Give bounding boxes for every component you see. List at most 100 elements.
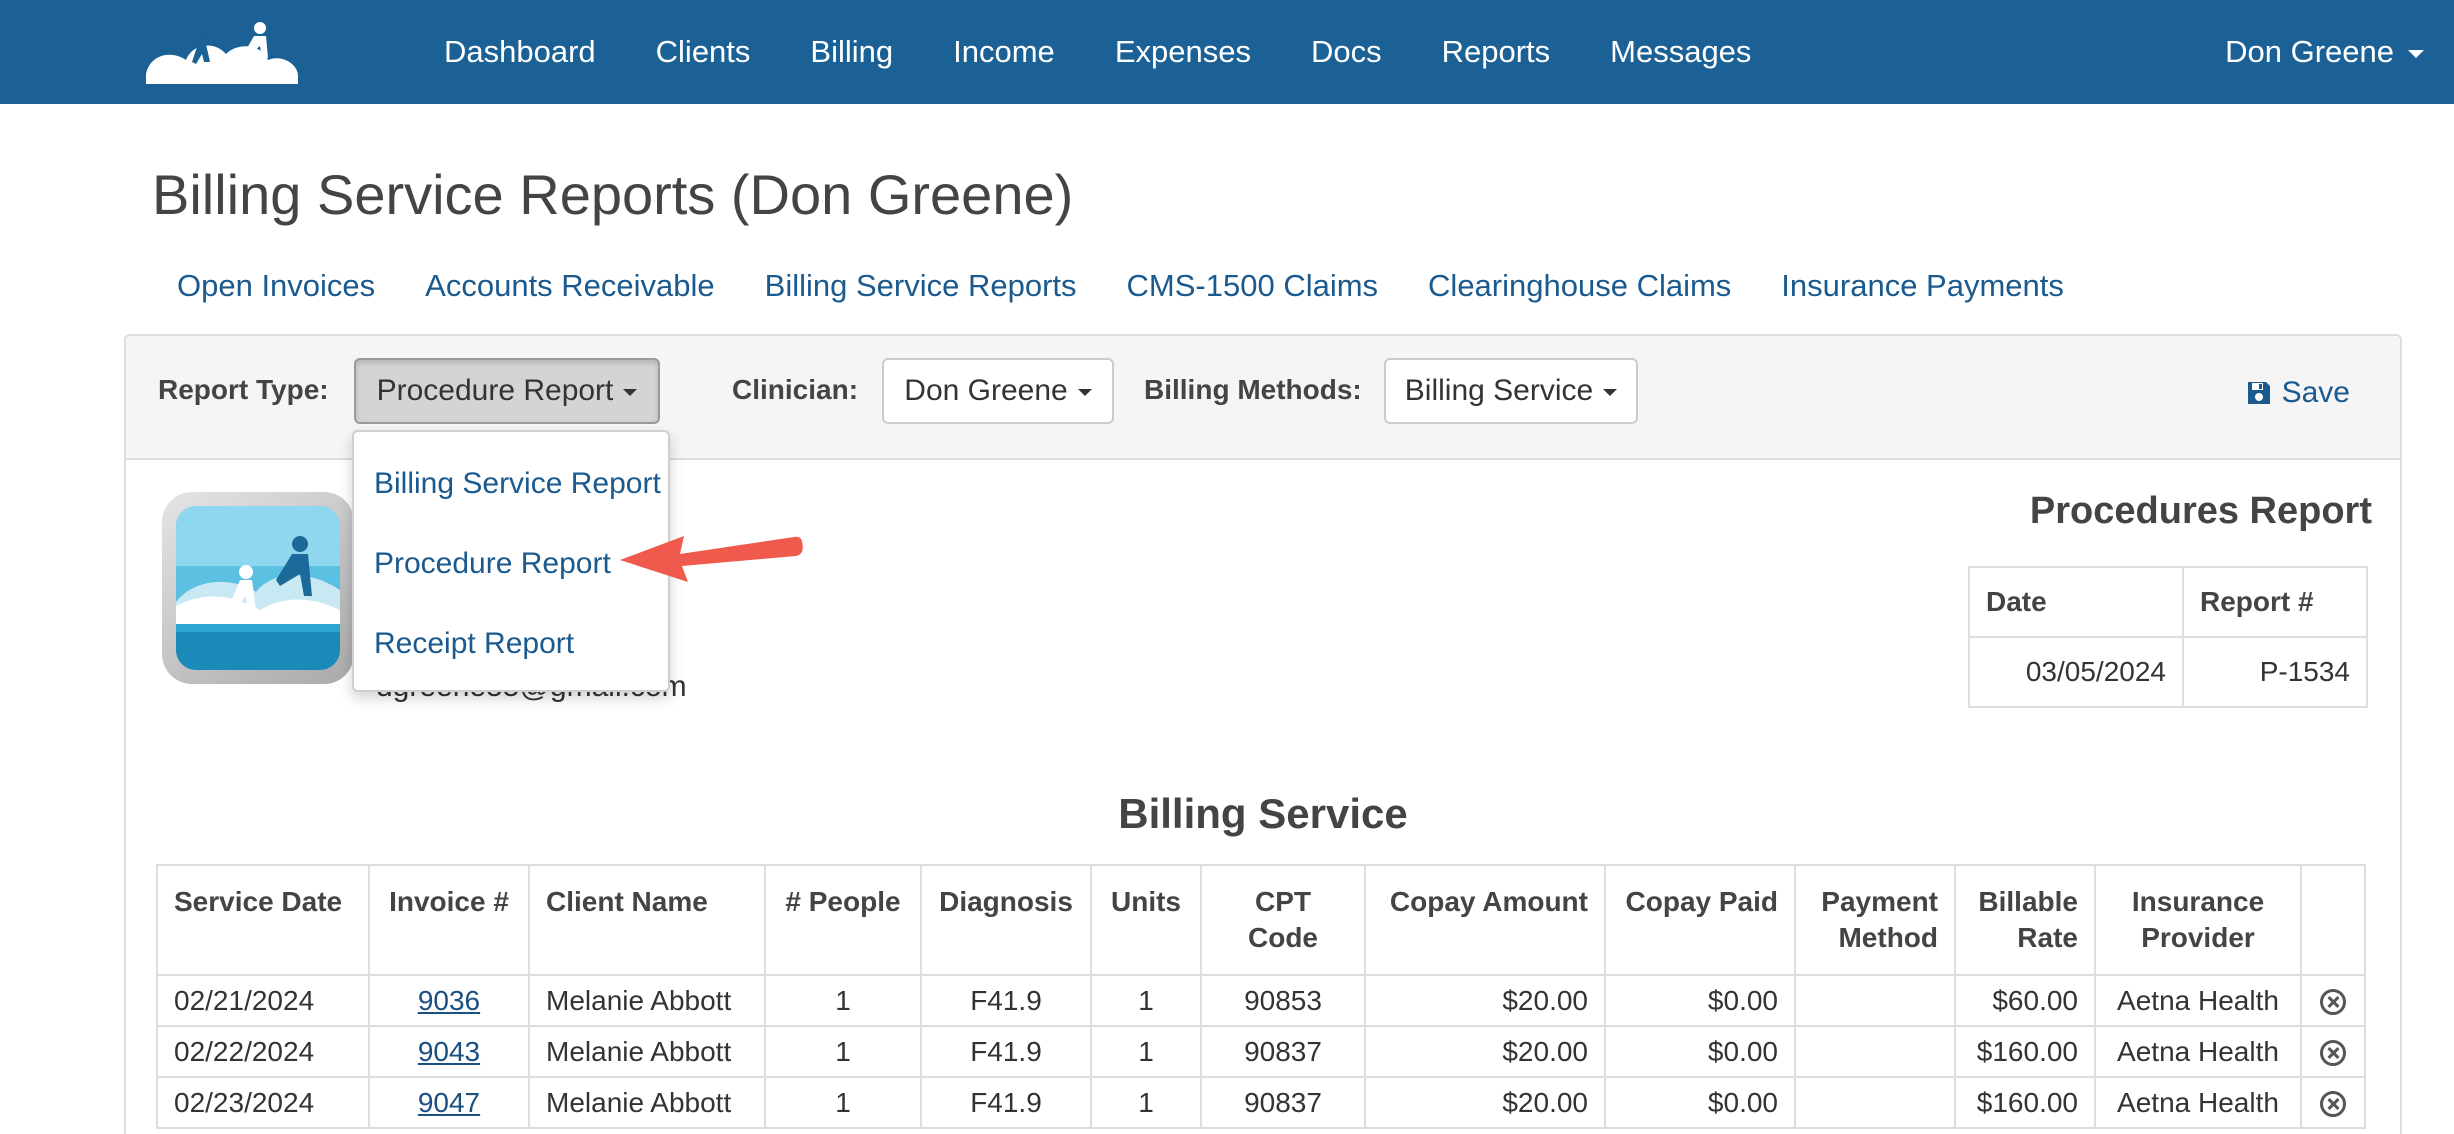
user-name: Don Greene	[2225, 34, 2394, 69]
report-type-label: Report Type:	[158, 374, 329, 405]
main-nav: Dashboard Clients Billing Income Expense…	[414, 0, 1781, 104]
col-cpt-code: CPT Code	[1200, 864, 1366, 976]
billing-subtabs: Open Invoices Accounts Receivable Billin…	[152, 268, 2089, 304]
tab-accounts-receivable[interactable]: Accounts Receivable	[400, 268, 740, 304]
billing-methods-value: Billing Service	[1404, 374, 1594, 407]
nav-reports[interactable]: Reports	[1412, 34, 1581, 70]
remove-row-icon[interactable]	[2320, 989, 2346, 1016]
user-menu[interactable]: Don Greene	[2225, 0, 2424, 104]
report-type-value: Procedure Report	[376, 374, 614, 407]
tab-insurance-payments[interactable]: Insurance Payments	[1756, 268, 2089, 304]
cell-cpt-code: 90853	[1200, 974, 1366, 1027]
tab-open-invoices[interactable]: Open Invoices	[152, 268, 400, 304]
report-date-header: Date	[1968, 566, 2184, 638]
col-actions	[2300, 864, 2366, 976]
cell-payment-method	[1794, 1076, 1956, 1129]
brand-logo-icon[interactable]	[142, 14, 302, 90]
caret-down-icon	[1077, 389, 1092, 396]
report-type-dropdown[interactable]: Procedure Report	[354, 358, 660, 424]
col-client-name: Client Name	[528, 864, 766, 976]
cell-units: 1	[1090, 974, 1202, 1027]
col-copay-amount: Copay Amount	[1364, 864, 1606, 976]
report-date-value: 03/05/2024	[1968, 636, 2184, 708]
section-title: Billing Service	[1118, 790, 1408, 837]
nav-billing[interactable]: Billing	[780, 34, 923, 70]
nav-messages[interactable]: Messages	[1580, 34, 1781, 70]
practice-logo	[162, 492, 354, 684]
cell-insurance-provider: Aetna Health	[2094, 1025, 2302, 1078]
invoice-link[interactable]: 9043	[418, 1036, 480, 1067]
cell-client-name: Melanie Abbott	[528, 1076, 766, 1129]
nav-expenses[interactable]: Expenses	[1085, 34, 1281, 70]
invoice-link[interactable]: 9047	[418, 1087, 480, 1118]
cell-copay-paid: $0.00	[1604, 1076, 1796, 1129]
table-header-row: Date Report #	[1968, 566, 2368, 638]
tab-cms-1500-claims[interactable]: CMS-1500 Claims	[1102, 268, 1404, 304]
clinician-dropdown[interactable]: Don Greene	[882, 358, 1114, 424]
annotation-arrow-icon	[620, 536, 803, 582]
clinician-value: Don Greene	[904, 374, 1068, 407]
cell-cpt-code: 90837	[1200, 1076, 1366, 1129]
col-people: # People	[764, 864, 922, 976]
cell-payment-method	[1794, 974, 1956, 1027]
billing-service-table: Service Date Invoice # Client Name # Peo…	[156, 864, 2366, 1129]
cell-client-name: Melanie Abbott	[528, 1025, 766, 1078]
caret-down-icon	[2408, 50, 2424, 58]
table-row: 02/21/2024 9036 Melanie Abbott 1 F41.9 1…	[156, 974, 2366, 1027]
col-billable-rate: Billable Rate	[1954, 864, 2096, 976]
col-invoice: Invoice #	[368, 864, 530, 976]
report-meta-table: Date Report # 03/05/2024 P-1534	[1968, 566, 2368, 708]
cell-people: 1	[764, 974, 922, 1027]
procedures-report-title: Procedures Report	[2029, 490, 2372, 532]
cell-service-date: 02/22/2024	[156, 1025, 370, 1078]
cell-units: 1	[1090, 1076, 1202, 1129]
climbing-logo-icon	[176, 506, 340, 670]
tab-clearinghouse-claims[interactable]: Clearinghouse Claims	[1403, 268, 1756, 304]
billing-methods-dropdown[interactable]: Billing Service	[1384, 358, 1638, 424]
remove-row-icon[interactable]	[2320, 1091, 2346, 1118]
billing-methods-label: Billing Methods:	[1144, 374, 1362, 405]
report-number-header: Report #	[2182, 566, 2368, 638]
caret-down-icon	[1603, 389, 1618, 396]
cell-people: 1	[764, 1025, 922, 1078]
cell-client-name: Melanie Abbott	[528, 974, 766, 1027]
table-row: 03/05/2024 P-1534	[1968, 636, 2368, 708]
menu-item-billing-service-report[interactable]: Billing Service Report	[354, 444, 668, 524]
practice-logo-image	[176, 506, 340, 670]
cell-diagnosis: F41.9	[920, 1076, 1092, 1129]
clinician-label: Clinician:	[732, 374, 859, 405]
cell-diagnosis: F41.9	[920, 1025, 1092, 1078]
save-label: Save	[2281, 376, 2350, 409]
col-service-date: Service Date	[156, 864, 370, 976]
col-units: Units	[1090, 864, 1202, 976]
nav-docs[interactable]: Docs	[1281, 34, 1412, 70]
col-diagnosis: Diagnosis	[920, 864, 1092, 976]
cell-payment-method	[1794, 1025, 1956, 1078]
cell-billable-rate: $160.00	[1954, 1025, 2096, 1078]
nav-income[interactable]: Income	[923, 34, 1085, 70]
remove-row-icon[interactable]	[2320, 1040, 2346, 1067]
cell-people: 1	[764, 1076, 922, 1129]
cell-copay-amount: $20.00	[1364, 974, 1606, 1027]
cell-service-date: 02/23/2024	[156, 1076, 370, 1129]
table-header-row: Service Date Invoice # Client Name # Peo…	[156, 864, 2366, 976]
col-payment-method: Payment Method	[1794, 864, 1956, 976]
cell-copay-amount: $20.00	[1364, 1076, 1606, 1129]
cell-cpt-code: 90837	[1200, 1025, 1366, 1078]
cell-insurance-provider: Aetna Health	[2094, 1076, 2302, 1129]
nav-clients[interactable]: Clients	[626, 34, 781, 70]
cell-diagnosis: F41.9	[920, 974, 1092, 1027]
menu-item-receipt-report[interactable]: Receipt Report	[354, 604, 668, 684]
cell-copay-paid: $0.00	[1604, 974, 1796, 1027]
nav-dashboard[interactable]: Dashboard	[414, 34, 626, 70]
col-copay-paid: Copay Paid	[1604, 864, 1796, 976]
cell-billable-rate: $160.00	[1954, 1076, 2096, 1129]
save-button[interactable]: Save	[2246, 376, 2350, 410]
caret-down-icon	[623, 389, 638, 396]
col-insurance-provider: Insurance Provider	[2094, 864, 2302, 976]
cell-service-date: 02/21/2024	[156, 974, 370, 1027]
invoice-link[interactable]: 9036	[418, 985, 480, 1016]
page-title: Billing Service Reports (Don Greene)	[152, 163, 1074, 226]
tab-billing-service-reports[interactable]: Billing Service Reports	[740, 268, 1102, 304]
cell-insurance-provider: Aetna Health	[2094, 974, 2302, 1027]
